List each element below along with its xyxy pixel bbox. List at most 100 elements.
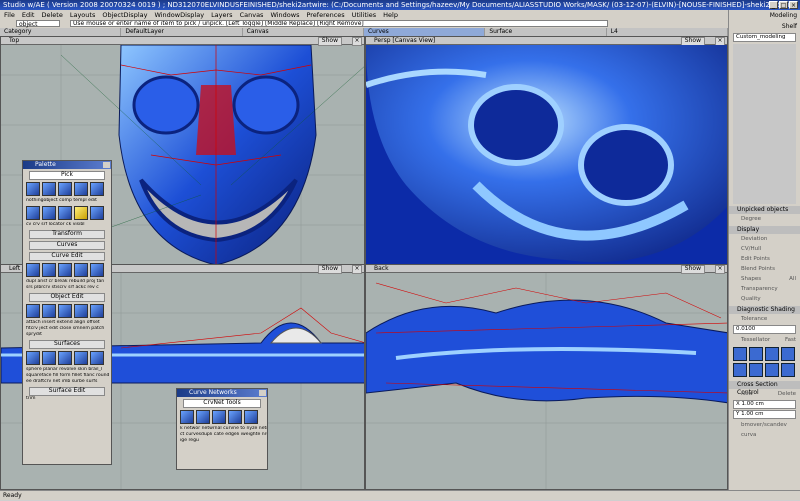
- tab-defaultlayer[interactable]: DefaultLayer: [121, 28, 243, 36]
- blend-points-toggle[interactable]: Blend Points: [729, 264, 800, 274]
- tab-canvas[interactable]: Canvas: [243, 28, 364, 36]
- diagnostic-shading-section[interactable]: Diagnostic Shading: [729, 306, 800, 314]
- pick-component-tool[interactable]: [58, 182, 72, 196]
- pick-visible-tool[interactable]: [90, 206, 104, 220]
- skin-tool[interactable]: [74, 351, 88, 365]
- network-tool[interactable]: [180, 410, 194, 424]
- menu-objectdisplay[interactable]: ObjectDisplay: [102, 11, 147, 19]
- palette-close-icon[interactable]: [103, 162, 110, 168]
- close-button[interactable]: ×: [789, 1, 798, 9]
- menu-edit[interactable]: Edit: [22, 11, 35, 19]
- menu-file[interactable]: File: [4, 11, 15, 19]
- display-section[interactable]: Display: [729, 226, 800, 234]
- palette-surface-edit-tab[interactable]: Surface Edit: [29, 387, 105, 396]
- duplicate-tool[interactable]: [26, 263, 40, 277]
- palette-transform-tab[interactable]: Transform: [29, 230, 105, 239]
- menu-canvas[interactable]: Canvas: [240, 11, 264, 19]
- shade-mode-icon[interactable]: [749, 363, 763, 377]
- palette-curves-tab[interactable]: Curves: [29, 241, 105, 250]
- break-tool[interactable]: [58, 263, 72, 277]
- minimize-button[interactable]: _: [769, 1, 778, 9]
- palette-pick-tab[interactable]: Pick: [29, 171, 105, 180]
- tab-surface[interactable]: Surface: [485, 28, 607, 36]
- tab-curves[interactable]: Curves: [363, 28, 486, 36]
- pick-edit-tool[interactable]: [90, 182, 104, 196]
- rebuild-tool[interactable]: [74, 263, 88, 277]
- revolve-tool[interactable]: [58, 351, 72, 365]
- palette-title-bar[interactable]: Palette: [23, 161, 111, 169]
- crvnet-tools-tab[interactable]: CrvNet Tools: [183, 399, 261, 408]
- shade-mode-icon[interactable]: [765, 347, 779, 361]
- shapes-row[interactable]: Shapes All: [729, 274, 800, 284]
- menu-utilities[interactable]: Utilities: [352, 11, 376, 19]
- attach-tool[interactable]: [26, 304, 40, 318]
- viewport-label: Back: [374, 265, 389, 272]
- palette-curve-edit-tab[interactable]: Curve Edit: [29, 252, 105, 261]
- edit-points-toggle[interactable]: Edit Points: [729, 254, 800, 264]
- menu-delete[interactable]: Delete: [41, 11, 62, 19]
- shade-mode-icon[interactable]: [781, 347, 795, 361]
- palette-window[interactable]: Palette Pick nothingobject comp templ ed…: [22, 160, 112, 465]
- shade-mode-icon[interactable]: [733, 347, 747, 361]
- x-spacing-field[interactable]: X 1.00 cm: [733, 400, 796, 409]
- modeling-label: Modeling: [769, 12, 797, 19]
- palette-object-edit-tab[interactable]: Object Edit: [29, 293, 105, 302]
- deviation-toggle[interactable]: Deviation: [729, 234, 800, 244]
- menu-windows[interactable]: Windows: [270, 11, 299, 19]
- menu-windowdisplay[interactable]: WindowDisplay: [154, 11, 204, 19]
- object-edit-labels-3: sprydit: [26, 332, 42, 337]
- curve-networks-close-icon[interactable]: [259, 390, 266, 396]
- rail-tool[interactable]: [90, 351, 104, 365]
- pick-surface-tool[interactable]: [58, 206, 72, 220]
- palette-surfaces-tab[interactable]: Surfaces: [29, 340, 105, 349]
- transparency-option[interactable]: Transparency: [729, 284, 800, 294]
- shade-mode-icon[interactable]: [733, 363, 747, 377]
- curve-networks-title: Curve Networks: [189, 389, 237, 396]
- pick-locator-tool[interactable]: [74, 206, 88, 220]
- viewport-perspective[interactable]: Persp [Canvas View] Show ×: [365, 36, 728, 272]
- menu-layouts[interactable]: Layouts: [70, 11, 95, 19]
- pick-template-tool[interactable]: [74, 182, 88, 196]
- palette-title: Palette: [35, 161, 56, 168]
- shelf-tab-custom-modeling[interactable]: Custom_modeling: [733, 33, 796, 42]
- sphere-tool[interactable]: [26, 351, 40, 365]
- new-button[interactable]: New: [741, 389, 753, 399]
- planar-tool[interactable]: [42, 351, 56, 365]
- align-tool[interactable]: [74, 304, 88, 318]
- pick-nothing-tool[interactable]: [26, 182, 40, 196]
- curve-networks-title-bar[interactable]: Curve Networks: [177, 389, 267, 397]
- extend-tool[interactable]: [58, 304, 72, 318]
- cross-section-section[interactable]: Cross Section Control: [729, 381, 800, 396]
- delete-button[interactable]: Delete: [778, 389, 796, 399]
- pick-cv-tool[interactable]: [26, 206, 40, 220]
- analyze-network-tool[interactable]: [228, 410, 242, 424]
- menu-help[interactable]: Help: [383, 11, 398, 19]
- maximize-button[interactable]: □: [779, 1, 788, 9]
- menu-layers[interactable]: Layers: [211, 11, 233, 19]
- y-spacing-field[interactable]: Y 1.00 cm: [733, 410, 796, 419]
- surface-edit-labels: trim: [26, 396, 36, 401]
- shade-mode-icon[interactable]: [781, 363, 795, 377]
- curve-network-tool[interactable]: [212, 410, 226, 424]
- tab-l4[interactable]: L4: [607, 28, 728, 36]
- network-rebuild-tool[interactable]: [244, 410, 258, 424]
- shade-mode-icon[interactable]: [765, 363, 779, 377]
- pick-curve-tool[interactable]: [42, 206, 56, 220]
- quality-option[interactable]: Quality: [729, 294, 800, 304]
- network-normal-tool[interactable]: [196, 410, 210, 424]
- tessellator-row[interactable]: Tessellator Fast: [729, 335, 800, 345]
- menu-preferences[interactable]: Preferences: [306, 11, 344, 19]
- shade-mode-icon[interactable]: [749, 347, 763, 361]
- tab-category[interactable]: Category: [0, 28, 122, 36]
- curve-networks-window[interactable]: Curve Networks CrvNet Tools k networ net…: [176, 388, 268, 470]
- transform-cv-tool[interactable]: [42, 263, 56, 277]
- pick-mode-field[interactable]: object: [16, 20, 60, 28]
- pick-object-tool[interactable]: [42, 182, 56, 196]
- insert-tool[interactable]: [42, 304, 56, 318]
- offset-tool[interactable]: [90, 304, 104, 318]
- project-tangent-tool[interactable]: [90, 263, 104, 277]
- tolerance-input[interactable]: 0.0100: [733, 325, 796, 334]
- viewport-back[interactable]: Back Show ×: [365, 264, 728, 490]
- cv-hull-toggle[interactable]: CV/Hull: [729, 244, 800, 254]
- viewport-header: Back Show ×: [366, 265, 727, 274]
